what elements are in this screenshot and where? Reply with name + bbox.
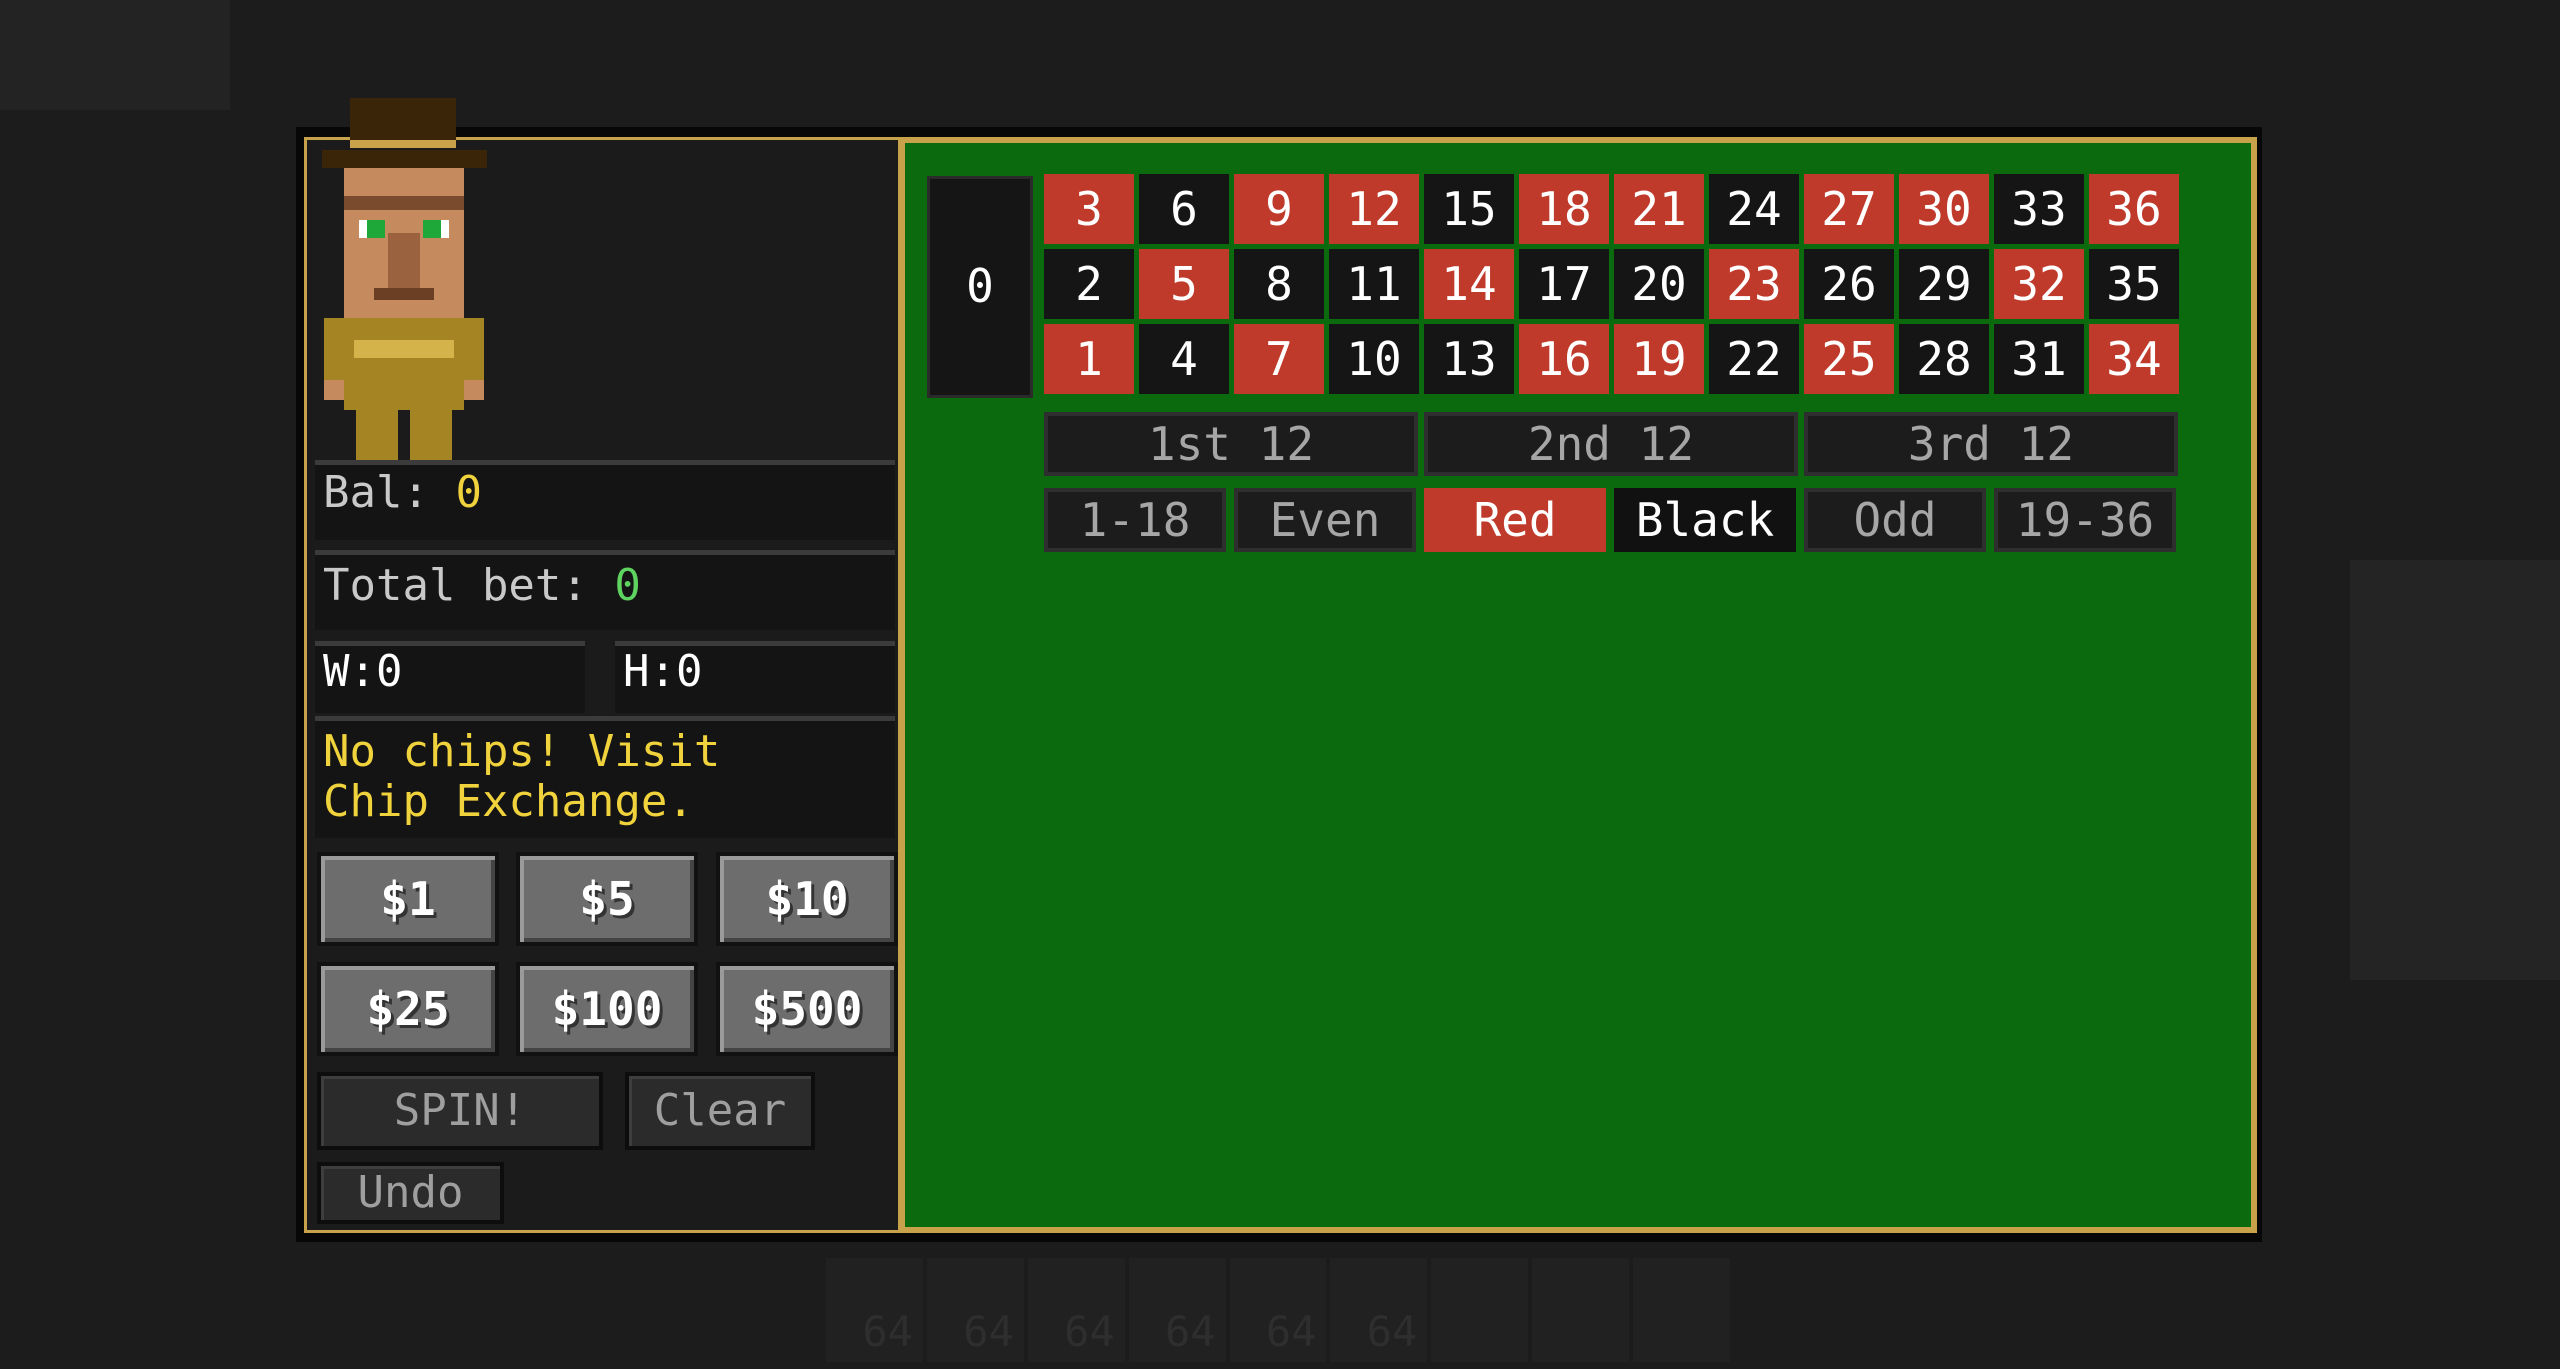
- hotbar-slot: 64: [1027, 1258, 1125, 1362]
- even-money-bet-19-36[interactable]: 19-36: [1994, 488, 2176, 552]
- number-bet-cell[interactable]: 13: [1424, 324, 1514, 394]
- number-bet-cell[interactable]: 10: [1329, 324, 1419, 394]
- number-bet-cell[interactable]: 21: [1614, 174, 1704, 244]
- hotbar-slot-count: 64: [963, 1307, 1014, 1356]
- hotbar-slot: [1532, 1258, 1630, 1362]
- number-bet-cell[interactable]: 6: [1139, 174, 1229, 244]
- clear-button[interactable]: Clear: [625, 1072, 815, 1150]
- undo-button[interactable]: Undo: [317, 1162, 504, 1224]
- number-bet-cell[interactable]: 24: [1709, 174, 1799, 244]
- number-bet-cell[interactable]: 32: [1994, 249, 2084, 319]
- number-bet-cell[interactable]: 25: [1804, 324, 1894, 394]
- hotbar-slot-count: 64: [1265, 1307, 1317, 1356]
- hotbar-slot: 64: [1330, 1258, 1428, 1362]
- balance-field: Bal: 0: [315, 460, 895, 540]
- background-terrain: [2350, 560, 2560, 980]
- hits-field: H:0: [615, 641, 895, 713]
- total-bet-label: Total bet:: [323, 560, 588, 611]
- chip-500-button[interactable]: $500: [716, 962, 898, 1056]
- even-money-bet-1-18[interactable]: 1-18: [1044, 488, 1226, 552]
- background-terrain: [0, 0, 230, 110]
- number-bet-cell[interactable]: 35: [2089, 249, 2179, 319]
- dozen-2nd-bet[interactable]: 2nd 12: [1424, 412, 1798, 476]
- even-money-bet-even[interactable]: Even: [1234, 488, 1416, 552]
- chip-100-button[interactable]: $100: [516, 962, 698, 1056]
- dozen-3rd-bet[interactable]: 3rd 12: [1804, 412, 2178, 476]
- even-money-bet-red[interactable]: Red: [1424, 488, 1606, 552]
- number-bet-cell[interactable]: 9: [1234, 174, 1324, 244]
- status-message: No chips! Visit Chip Exchange.: [315, 716, 895, 838]
- total-bet-value: 0: [614, 560, 641, 611]
- chip-25-button[interactable]: $25: [317, 962, 499, 1056]
- number-bet-cell[interactable]: 23: [1709, 249, 1799, 319]
- chip-10-button[interactable]: $10: [716, 852, 898, 946]
- even-money-bet-black[interactable]: Black: [1614, 488, 1796, 552]
- wins-value: W:0: [323, 646, 403, 697]
- number-bet-cell[interactable]: 29: [1899, 249, 1989, 319]
- number-bet-cell[interactable]: 20: [1614, 249, 1704, 319]
- hotbar-slot: 64: [1229, 1258, 1327, 1362]
- number-bet-cell[interactable]: 19: [1614, 324, 1704, 394]
- hits-value: H:0: [623, 646, 703, 697]
- hotbar-slot: 64: [1128, 1258, 1226, 1362]
- number-bet-cell[interactable]: 34: [2089, 324, 2179, 394]
- spin-button[interactable]: SPIN!: [317, 1072, 603, 1150]
- status-message-line: No chips! Visit: [323, 726, 721, 777]
- number-bet-cell[interactable]: 4: [1139, 324, 1229, 394]
- number-bet-cell[interactable]: 28: [1899, 324, 1989, 394]
- number-bet-cell[interactable]: 26: [1804, 249, 1894, 319]
- number-bet-cell[interactable]: 8: [1234, 249, 1324, 319]
- number-bet-cell[interactable]: 14: [1424, 249, 1514, 319]
- number-bet-cell[interactable]: 1: [1044, 324, 1134, 394]
- number-bet-cell[interactable]: 3: [1044, 174, 1134, 244]
- number-bet-cell[interactable]: 30: [1899, 174, 1989, 244]
- hotbar-slot: [1633, 1258, 1731, 1362]
- status-message-line: Chip Exchange.: [323, 776, 694, 827]
- hotbar-slot: [1431, 1258, 1529, 1362]
- number-bet-cell[interactable]: 11: [1329, 249, 1419, 319]
- wins-field: W:0: [315, 641, 585, 713]
- hotbar-slot-count: 64: [862, 1307, 913, 1356]
- zero-bet-cell[interactable]: 0: [927, 176, 1033, 398]
- hotbar-slot-count: 64: [1366, 1307, 1418, 1356]
- villager-dealer-avatar: [322, 98, 487, 460]
- number-bet-cell[interactable]: 17: [1519, 249, 1609, 319]
- number-bet-cell[interactable]: 15: [1424, 174, 1514, 244]
- number-bet-cell[interactable]: 27: [1804, 174, 1894, 244]
- number-bet-cell[interactable]: 36: [2089, 174, 2179, 244]
- balance-value: 0: [455, 467, 482, 518]
- number-bet-cell[interactable]: 2: [1044, 249, 1134, 319]
- number-bet-cell[interactable]: 12: [1329, 174, 1419, 244]
- balance-label: Bal:: [323, 467, 429, 518]
- hotbar-slot-count: 64: [1064, 1307, 1115, 1356]
- number-bet-cell[interactable]: 33: [1994, 174, 2084, 244]
- number-bet-cell[interactable]: 5: [1139, 249, 1229, 319]
- hotbar-slot-count: 64: [1164, 1307, 1216, 1356]
- chip-1-button[interactable]: $1: [317, 852, 499, 946]
- number-bet-cell[interactable]: 31: [1994, 324, 2084, 394]
- total-bet-field: Total bet: 0: [315, 550, 895, 630]
- number-bet-cell[interactable]: 22: [1709, 324, 1799, 394]
- dozen-1st-bet[interactable]: 1st 12: [1044, 412, 1418, 476]
- hotbar-slot: 64: [826, 1258, 923, 1362]
- number-bet-cell[interactable]: 16: [1519, 324, 1609, 394]
- hotbar-slot: 64: [926, 1258, 1024, 1362]
- chip-5-button[interactable]: $5: [516, 852, 698, 946]
- hotbar: 64 64 64 64 64 64: [826, 1258, 1734, 1369]
- even-money-bet-odd[interactable]: Odd: [1804, 488, 1986, 552]
- number-bet-cell[interactable]: 18: [1519, 174, 1609, 244]
- number-bet-cell[interactable]: 7: [1234, 324, 1324, 394]
